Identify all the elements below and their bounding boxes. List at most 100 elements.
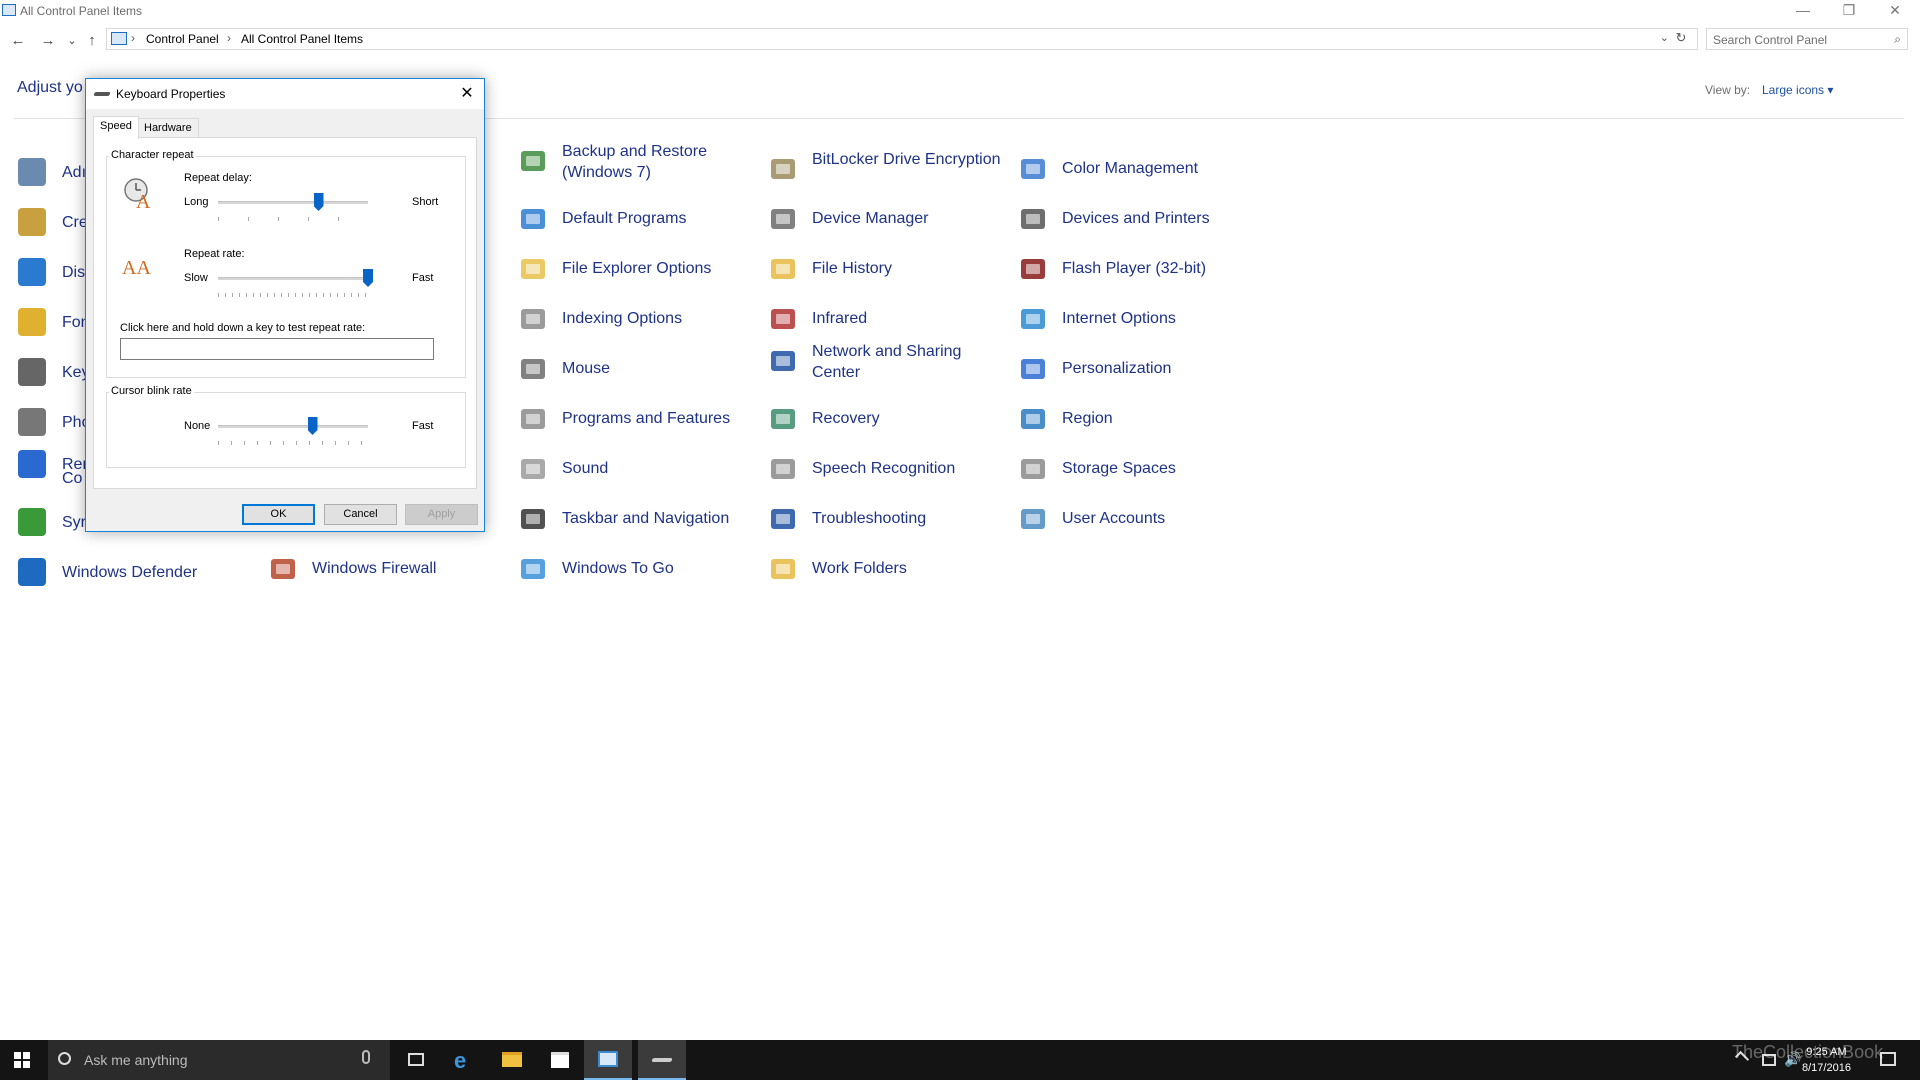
control-panel-item-icon: [18, 508, 46, 536]
item-label: Region: [1062, 410, 1113, 427]
taskbar-icon: [518, 504, 550, 536]
edge-icon[interactable]: e: [440, 1040, 488, 1080]
item-recovery[interactable]: Recovery: [768, 400, 1008, 444]
breadcrumb-control-panel[interactable]: Control Panel: [146, 32, 219, 46]
folder-options-icon: [518, 254, 550, 286]
cursor-blink-thumb[interactable]: [307, 417, 318, 435]
item-device-manager[interactable]: Device Manager: [768, 200, 1008, 244]
item-bitlocker-drive-encryption[interactable]: BitLocker Drive Encryption: [768, 150, 1008, 194]
item-label: Sound: [562, 460, 609, 477]
infrared-icon: [768, 304, 800, 336]
item-default-programs[interactable]: Default Programs: [518, 200, 758, 244]
start-button[interactable]: [14, 1052, 30, 1068]
keyboard-icon: [93, 92, 111, 96]
repeat-rate-slider[interactable]: [218, 269, 373, 299]
repeat-delay-thumb[interactable]: [313, 193, 324, 211]
taskbar: Ask me anything e 🔊 9:25 AM 8/17/2016: [0, 1040, 1920, 1080]
control-panel-item-icon: [18, 158, 46, 186]
item-windows-to-go[interactable]: Windows To Go: [518, 550, 758, 594]
item-flash-player-32-bit[interactable]: Flash Player (32-bit): [1018, 250, 1258, 294]
repeat-delay-max-label: Short: [412, 196, 439, 208]
item-infrared[interactable]: Infrared: [768, 300, 1008, 344]
item-indexing-options[interactable]: Indexing Options: [518, 300, 758, 344]
item-internet-options[interactable]: Internet Options: [1018, 300, 1258, 344]
cortana-search-box[interactable]: Ask me anything: [48, 1040, 390, 1080]
slider-track: [218, 201, 368, 204]
keyboard-taskbar-icon[interactable]: [638, 1040, 686, 1080]
item-storage-spaces[interactable]: Storage Spaces: [1018, 450, 1258, 494]
test-repeat-input[interactable]: [120, 338, 434, 360]
item-mouse[interactable]: Mouse: [518, 350, 758, 394]
item-troubleshooting[interactable]: Troubleshooting: [768, 500, 1008, 544]
item-label: Color Management: [1062, 160, 1199, 177]
control-panel-item-icon: [18, 308, 46, 336]
cursor-blink-min-label: None: [184, 420, 211, 432]
cancel-button[interactable]: Cancel: [324, 504, 397, 525]
item-windows-firewall[interactable]: Windows Firewall: [268, 550, 508, 594]
programs-icon: [518, 404, 550, 436]
cursor-blink-slider[interactable]: [218, 417, 368, 447]
window-title: All Control Panel Items: [20, 4, 143, 18]
item-network-and-sharing-center[interactable]: Network and Sharing Center: [768, 342, 1008, 386]
control-panel-app-icon: [2, 4, 16, 16]
item-work-folders[interactable]: Work Folders: [768, 550, 1008, 594]
work-folders-icon: [768, 554, 800, 586]
item-file-explorer-options[interactable]: File Explorer Options: [518, 250, 758, 294]
repeat-delay-slider[interactable]: [218, 193, 368, 223]
breadcrumb-all-items[interactable]: All Control Panel Items: [241, 32, 363, 46]
item-user-accounts[interactable]: User Accounts: [1018, 500, 1258, 544]
item-label: File History: [812, 260, 893, 277]
recent-locations-chevron-icon[interactable]: ⌄: [62, 31, 82, 51]
item-label: Windows To Go: [562, 560, 674, 577]
store-icon[interactable]: [536, 1040, 584, 1080]
forward-arrow-icon[interactable]: →: [38, 31, 58, 51]
item-label: Speech Recognition: [812, 460, 956, 477]
tab-hardware[interactable]: Hardware: [137, 118, 199, 137]
dialog-close-button[interactable]: ✕: [456, 83, 478, 105]
repeat-delay-label: Repeat delay:: [184, 172, 252, 184]
view-by-dropdown[interactable]: Large icons ▾: [1762, 83, 1833, 97]
back-arrow-icon[interactable]: ←: [8, 31, 28, 51]
tab-speed[interactable]: Speed: [93, 116, 139, 139]
microphone-icon: [768, 454, 800, 486]
view-by-label: View by:: [1705, 83, 1751, 97]
item-speech-recognition[interactable]: Speech Recognition: [768, 450, 1008, 494]
item-region[interactable]: Region: [1018, 400, 1258, 444]
page-title: Adjust yo: [17, 79, 83, 96]
control-panel-item-icon: [18, 408, 46, 436]
item-programs-and-features[interactable]: Programs and Features: [518, 400, 758, 444]
item-label: Default Programs: [562, 210, 687, 227]
item-file-history[interactable]: File History: [768, 250, 1008, 294]
task-view-icon[interactable]: [392, 1040, 440, 1080]
item-windows-defender[interactable]: Windows Defender: [18, 554, 258, 598]
troubleshooting-icon: [768, 504, 800, 536]
watermark-text: TheCollectionBook: [1732, 1042, 1884, 1062]
close-button[interactable]: ✕: [1872, 0, 1918, 22]
repeat-delay-min-label: Long: [184, 196, 209, 208]
item-taskbar-and-navigation[interactable]: Taskbar and Navigation: [518, 500, 758, 544]
file-history-icon: [768, 254, 800, 286]
item-label: Recovery: [812, 410, 880, 427]
search-input[interactable]: Search Control Panel ⌕: [1706, 28, 1908, 50]
item-color-management[interactable]: Color Management: [1018, 150, 1258, 194]
apply-button[interactable]: Apply: [405, 504, 478, 525]
restore-button[interactable]: ❐: [1826, 0, 1872, 22]
refresh-icon[interactable]: ↻: [1672, 30, 1690, 48]
file-explorer-icon[interactable]: [488, 1040, 536, 1080]
cursor-blink-label: Cursor blink rate: [109, 385, 194, 397]
character-repeat-label: Character repeat: [109, 149, 196, 161]
search-icon: ⌕: [1894, 32, 1901, 46]
item-devices-and-printers[interactable]: Devices and Printers: [1018, 200, 1258, 244]
microphone-icon[interactable]: [362, 1050, 370, 1064]
item-personalization[interactable]: Personalization: [1018, 350, 1258, 394]
address-dropdown-icon[interactable]: ⌄: [1660, 31, 1669, 44]
control-panel-taskbar-icon[interactable]: [584, 1040, 632, 1080]
item-sound[interactable]: Sound: [518, 450, 758, 494]
minimize-button[interactable]: —: [1780, 0, 1826, 22]
up-arrow-icon[interactable]: ↑: [82, 31, 102, 51]
storage-icon: [1018, 454, 1050, 486]
partial-item-label[interactable]: Co: [62, 470, 82, 488]
item-backup-and-restore-windows-7[interactable]: Backup and Restore (Windows 7): [518, 142, 758, 186]
ok-button[interactable]: OK: [242, 504, 315, 525]
address-bar[interactable]: › Control Panel › All Control Panel Item…: [106, 28, 1698, 50]
